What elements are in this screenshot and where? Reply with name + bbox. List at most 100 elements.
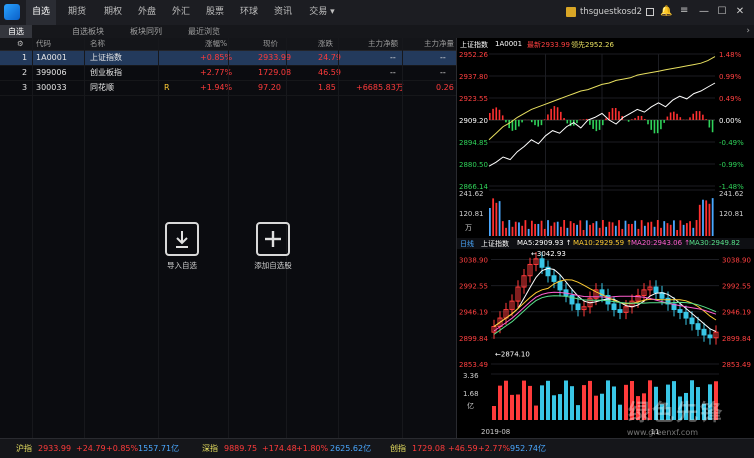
intraday-bar (534, 120, 536, 125)
intraday-bar (608, 112, 610, 120)
watermark-logo: 绿色先锋 (628, 395, 724, 427)
ticker-sz-price: 9889.75 (224, 439, 257, 458)
intraday-bar (492, 109, 494, 120)
header-net[interactable]: 主力净额 (368, 38, 398, 50)
volume-bar (618, 220, 620, 236)
volume-bar (564, 380, 568, 420)
menu-股票[interactable]: 股票 (200, 0, 230, 25)
ticker-cy-chg: +46.59 (448, 439, 478, 458)
menu-期权[interactable]: 期权 (98, 0, 128, 25)
header-name[interactable]: 名称 (90, 38, 105, 50)
volume-bar (537, 224, 539, 236)
ticker-cy-name[interactable]: 创指 (390, 439, 406, 458)
menu-资讯[interactable]: 资讯 (268, 0, 298, 25)
y-tick-label: 2937.80 (459, 73, 488, 81)
username[interactable]: thsguestkosd2‹ (580, 0, 642, 25)
header-chg[interactable]: 涨跌 (318, 38, 333, 50)
intraday-bar (531, 120, 533, 122)
ma10-line (494, 280, 716, 327)
menu-外汇[interactable]: 外汇 (166, 0, 196, 25)
vol-tick-label: 241.62 (719, 190, 744, 198)
column-divider (402, 38, 403, 438)
chevron-right-icon[interactable]: › (746, 25, 750, 38)
header-price[interactable]: 现价 (263, 38, 278, 50)
menu-自选[interactable]: 自选 (26, 0, 56, 25)
intraday-chart[interactable]: 2952.261.48%2937.800.99%2923.550.49%2909… (457, 50, 754, 268)
intraday-bar (576, 120, 578, 123)
volume-bar (504, 381, 508, 420)
volume-bar (670, 225, 672, 236)
ticker-sh-name[interactable]: 沪指 (16, 439, 32, 458)
volume-bar (692, 228, 694, 236)
volume-bar (589, 225, 591, 236)
candle-body (678, 310, 682, 313)
volume-bar (596, 221, 598, 236)
intraday-bar (615, 108, 617, 120)
volume-bar (521, 226, 523, 236)
volume-bar (638, 229, 640, 236)
y-tick-label: 2880.50 (459, 161, 488, 169)
ticker-sz-name[interactable]: 深指 (202, 439, 218, 458)
y-tick-label: 2899.84 (459, 335, 488, 343)
candle-body (618, 310, 622, 313)
tab-自选[interactable]: 自选 (0, 25, 32, 38)
ticker-sh-price: 2933.99 (38, 439, 71, 458)
volume-bar (534, 224, 536, 236)
menu-期货[interactable]: 期货 (62, 0, 92, 25)
row-net: -- (390, 51, 396, 65)
column-divider (32, 38, 33, 438)
minimize-button[interactable]: — (698, 6, 710, 18)
download-icon (167, 224, 197, 254)
intraday-bar (495, 107, 497, 120)
volume-bar (566, 228, 568, 236)
volume-bar (528, 229, 530, 236)
row-netv: 0.26 (436, 81, 454, 95)
ticker-sz-amount: 2625.62亿 (330, 439, 371, 458)
settings-gear-icon[interactable]: ⚙ (17, 38, 24, 50)
intraday-bar (712, 120, 714, 132)
intraday-bar (628, 120, 630, 122)
header-code[interactable]: 代码 (36, 38, 51, 50)
intraday-bar (673, 112, 675, 120)
volume-bar (606, 380, 610, 420)
intraday-bar (647, 120, 649, 124)
close-button[interactable]: ✕ (734, 6, 746, 18)
user-folder-icon[interactable] (566, 7, 576, 17)
intraday-bar (667, 117, 669, 120)
volume-bar (641, 220, 643, 236)
vol-tick-label: 241.62 (459, 190, 484, 198)
intraday-bar (644, 119, 646, 120)
intraday-bar (589, 120, 591, 125)
tab-最近浏览[interactable]: 最近浏览 (182, 25, 226, 38)
candle-body (576, 304, 580, 310)
volume-bar (525, 220, 527, 236)
intraday-bar (657, 120, 659, 133)
volume-bar (547, 220, 549, 236)
intraday-bar (560, 112, 562, 120)
tab-自选板块[interactable]: 自选板块 (66, 25, 110, 38)
menu-外盘[interactable]: 外盘 (132, 0, 162, 25)
volume-bar (492, 406, 496, 420)
add-stock-button[interactable] (256, 222, 290, 256)
daily-period[interactable]: 日线 (460, 239, 474, 249)
skin-icon[interactable] (646, 8, 654, 16)
menu-环球[interactable]: 环球 (234, 0, 264, 25)
y-tick-label: 2853.49 (459, 361, 488, 369)
maximize-button[interactable]: ☐ (716, 6, 728, 18)
import-watchlist-button[interactable] (165, 222, 199, 256)
menu-交易[interactable]: 交易 ▾ (304, 0, 340, 25)
header-pct[interactable]: 涨幅% (205, 38, 227, 50)
bell-icon[interactable]: 🔔 (660, 6, 672, 17)
header-netv[interactable]: 主力净量 (424, 38, 454, 50)
row-name: 上证指数 (90, 51, 122, 65)
intraday-bar (634, 118, 636, 120)
y-tick-label: 2992.55 (459, 283, 488, 291)
volume-bar (502, 221, 504, 236)
menu-list-icon[interactable]: ≡ (680, 5, 688, 16)
volume-bar (709, 204, 711, 236)
candle-body (684, 312, 688, 318)
y-tick-label: 3038.90 (459, 256, 488, 264)
volume-bar (576, 225, 578, 236)
volume-bar (679, 220, 681, 236)
tab-板块同列[interactable]: 板块同列 (124, 25, 168, 38)
